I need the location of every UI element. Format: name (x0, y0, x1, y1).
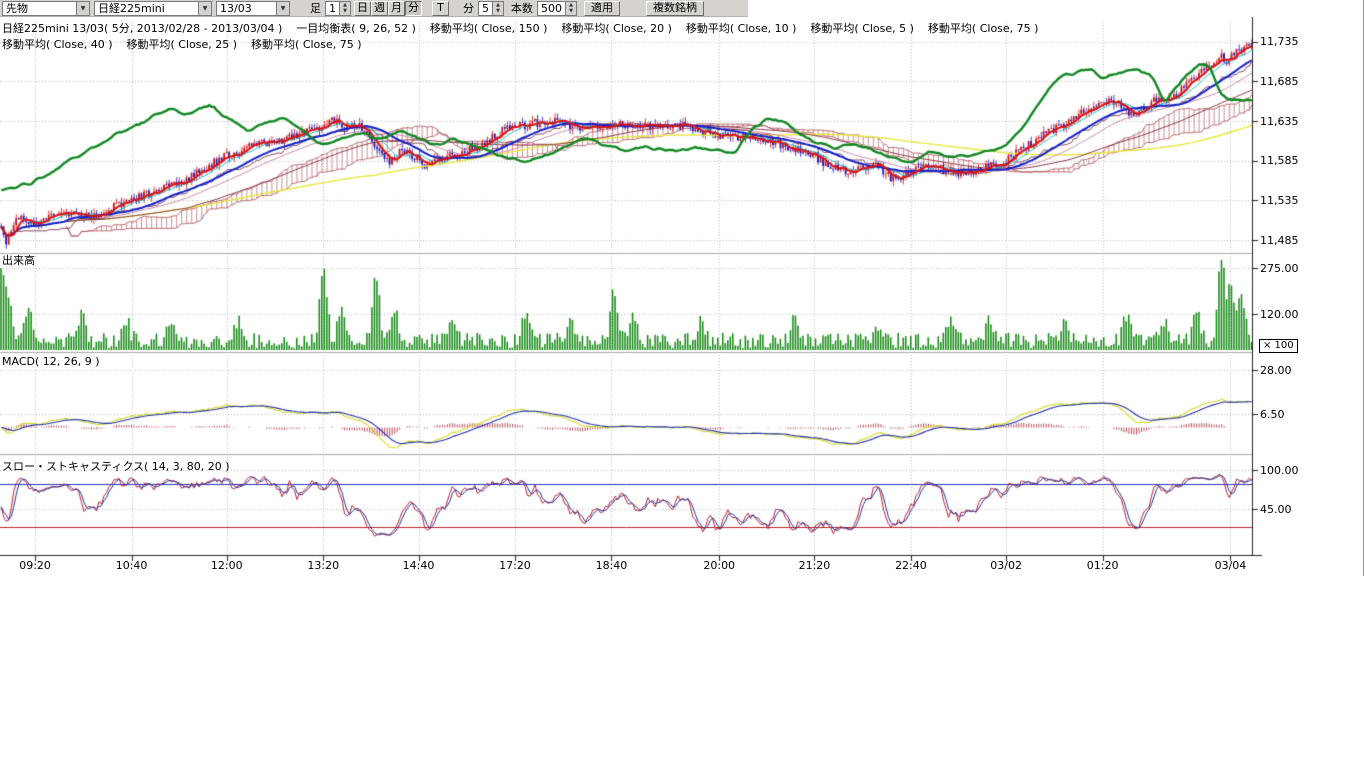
right-axis: 11,735 11,685 11,635 11,585 11,535 11,485 275.… (1260, 0, 1365, 575)
contract-value: 13/03 (220, 2, 252, 15)
bar-interval-value: 1 (326, 2, 339, 15)
period-minute-button[interactable]: 分 (405, 1, 422, 16)
bar-count-label: 本数 (511, 0, 533, 16)
chevron-down-icon: ▼ (276, 2, 289, 15)
symbol-dropdown[interactable]: 日経225mini ▼ (94, 1, 212, 16)
axis-tick-label: 28.00 (1260, 364, 1292, 377)
axis-tick-label: 120.00 (1260, 308, 1299, 321)
instrument-type-dropdown[interactable]: 先物 ▼ (2, 1, 90, 16)
bar-count-stepper[interactable]: 500 ▲▼ (537, 1, 577, 16)
axis-tick-label: 11,535 (1260, 194, 1299, 207)
chart-area: 日経225mini 13/03( 5分, 2013/02/28 - 2013/0… (0, 0, 1366, 768)
stoch-panel-label: スロー・ストキャスティクス( 14, 3, 80, 20 ) (2, 458, 230, 474)
chart-title-and-indicators: 日経225mini 13/03( 5分, 2013/02/28 - 2013/0… (2, 20, 1038, 36)
time-tick-label: 14:40 (391, 559, 447, 572)
time-tick-label: 09:20 (7, 559, 63, 572)
multi-symbol-button[interactable]: 複数銘柄 (646, 1, 704, 16)
spinner-down-icon[interactable]: ▼ (566, 8, 576, 15)
time-tick-label: 21:20 (786, 559, 842, 572)
period-daily-button[interactable]: 日 (354, 1, 371, 16)
spinner-down-icon[interactable]: ▼ (493, 8, 503, 15)
chevron-down-icon: ▼ (198, 2, 211, 15)
time-tick-label: 20:00 (691, 559, 747, 572)
time-tick-label: 12:00 (199, 559, 255, 572)
period-monthly-button[interactable]: 月 (388, 1, 405, 16)
axis-tick-label: 6.50 (1260, 408, 1285, 421)
time-tick-label: 03/04 (1202, 559, 1258, 572)
axis-tick-label: 11,585 (1260, 154, 1299, 167)
tick-button[interactable]: T (432, 1, 449, 16)
instrument-type-value: 先物 (6, 2, 28, 15)
chevron-down-icon: ▼ (76, 2, 89, 15)
axis-tick-label: 45.00 (1260, 503, 1292, 516)
spinner-down-icon[interactable]: ▼ (340, 8, 350, 15)
period-weekly-button[interactable]: 週 (371, 1, 388, 16)
chart-indicators-line2: 移動平均( Close, 40 ) 移動平均( Close, 25 ) 移動平均… (2, 36, 362, 52)
time-axis: 09:20 10:40 12:00 13:20 14:40 17:20 18:40 20:00… (0, 559, 1366, 573)
bar-count-value: 500 (538, 2, 565, 15)
axis-tick-label: 11,485 (1260, 234, 1299, 247)
bar-type-label: 足 (310, 0, 321, 16)
axis-tick-label: 275.00 (1260, 262, 1299, 275)
axis-tick-label: 11,635 (1260, 115, 1299, 128)
window-border (1363, 0, 1364, 576)
time-tick-label: 03/02 (978, 559, 1034, 572)
toolbar: 先物 ▼ 日経225mini ▼ 13/03 ▼ 足 1 ▲▼ 日 週 月 分 … (0, 0, 748, 17)
time-tick-label: 18:40 (583, 559, 639, 572)
interval-stepper[interactable]: 5 ▲▼ (478, 1, 504, 16)
time-tick-label: 22:40 (883, 559, 939, 572)
symbol-value: 日経225mini (98, 2, 165, 15)
unit-label: 分 (463, 0, 474, 16)
axis-tick-label: 11,685 (1260, 75, 1299, 88)
axis-tick-label: 100.00 (1260, 464, 1299, 477)
interval-value: 5 (479, 2, 492, 15)
time-tick-label: 17:20 (487, 559, 543, 572)
bar-interval-stepper[interactable]: 1 ▲▼ (325, 1, 351, 16)
chart-canvas[interactable] (0, 17, 1366, 562)
axis-tick-label: 11,735 (1260, 35, 1299, 48)
apply-button[interactable]: 適用 (584, 1, 620, 16)
time-tick-label: 01:20 (1075, 559, 1131, 572)
macd-panel-label: MACD( 12, 26, 9 ) (2, 355, 100, 368)
time-tick-label: 10:40 (104, 559, 160, 572)
time-tick-label: 13:20 (295, 559, 351, 572)
volume-panel-label: 出来高 (2, 252, 35, 268)
contract-month-dropdown[interactable]: 13/03 ▼ (216, 1, 290, 16)
